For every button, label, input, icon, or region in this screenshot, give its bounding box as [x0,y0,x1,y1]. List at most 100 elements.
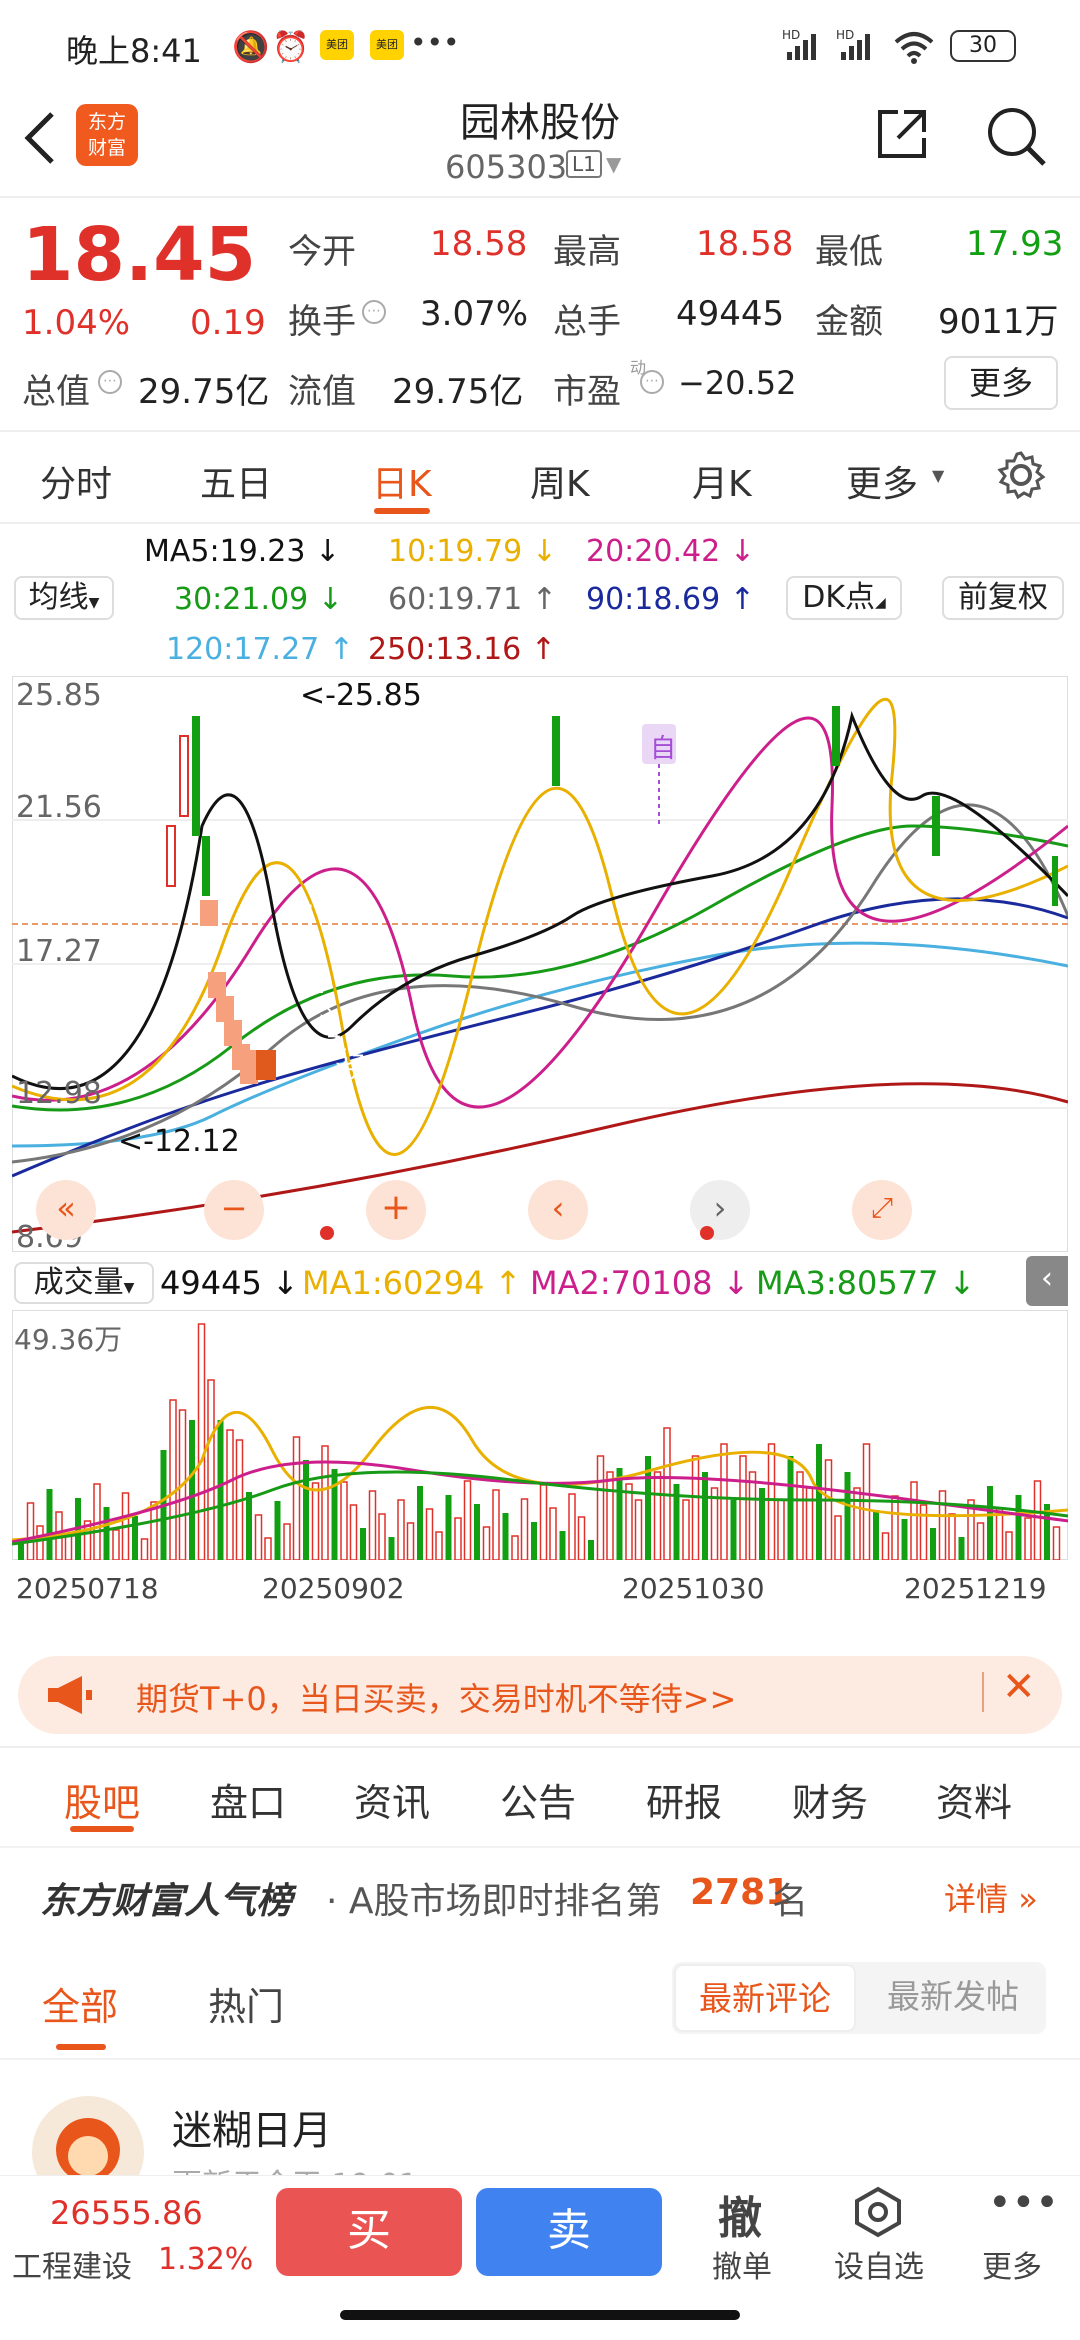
volume-bar [217,1420,224,1560]
tab-orderbook[interactable]: 盘口 [210,1772,286,1827]
home-indicator [340,2310,740,2320]
info-icon[interactable]: ⋯ [362,300,386,324]
promo-text: 期货T+0，当日买卖，交易时机不等待>> [136,1680,737,1718]
volume-bar [634,1499,643,1560]
post-username[interactable]: 迷糊日月 [172,2098,332,2156]
volume-bar [919,1504,928,1560]
date-label: 20251219 [904,1572,1047,1605]
tab-intraday[interactable]: 分时 [40,455,112,507]
meituan-icon: 美团 [320,30,354,60]
amount-value: 9011万 [938,302,1059,342]
tab-news[interactable]: 资讯 [354,1772,430,1827]
indicator-selector[interactable]: 成交量▼ [14,1262,154,1304]
ma90-value: 90:18.69 ↑ [586,582,755,617]
turnover-label: 换手 [288,302,356,342]
more-label[interactable]: 更多 [982,2242,1042,2286]
sort-latest-comment[interactable]: 最新评论 [674,1964,856,2032]
volume-bar [397,1499,405,1560]
custom-tag[interactable]: 自 [650,728,676,765]
mute-icon: 🔕 [232,30,270,65]
volume-bar [46,1489,53,1560]
tab-monthly-k[interactable]: 月K [692,455,752,507]
info-icon[interactable]: ⋯ [640,370,664,394]
volume-bar [901,1519,908,1560]
volume-bar [264,1537,272,1560]
cancel-order-icon[interactable]: 撤 [718,2182,762,2246]
tab-five-day[interactable]: 五日 [200,455,272,507]
chevron-down-icon[interactable]: ▼ [606,152,621,176]
adjust-button[interactable]: 前复权 [942,576,1064,620]
tab-profile[interactable]: 资料 [936,1772,1012,1827]
volume-bar [474,1504,480,1560]
mktcap-label: 总值 [22,372,90,412]
volume-bar [140,1538,149,1560]
feed-tab-hot[interactable]: 热门 [208,1976,284,2031]
tab-finance[interactable]: 财务 [792,1772,868,1827]
volume-value: 49445 ↓ [160,1264,299,1302]
ma-selector[interactable]: 均线▼ [14,576,114,620]
volume-bar [36,1525,44,1560]
volume-bar [958,1537,965,1560]
tab-more[interactable]: 更多 [846,455,918,507]
buy-button[interactable]: 买 [276,2188,462,2276]
volume-bar [1005,1531,1013,1560]
close-icon[interactable]: ✕ [1002,1664,1036,1710]
feed-tab-all[interactable]: 全部 [42,1976,118,2031]
more-quote-button[interactable]: 更多 [944,356,1058,410]
turnover-value: 3.07% [420,294,529,334]
volume-bar [625,1483,633,1560]
volume-bar [169,1399,177,1560]
sell-button[interactable]: 卖 [476,2188,662,2276]
watchlist-label[interactable]: 设自选 [834,2242,924,2286]
sort-latest-post[interactable]: 最新发帖 [862,1964,1044,2032]
tab-weekly-k[interactable]: 周K [530,455,590,507]
volume-bar [454,1517,462,1560]
date-label: 20250718 [16,1572,159,1605]
share-icon[interactable] [872,104,932,164]
gear-icon[interactable] [996,450,1046,500]
dk-point-button[interactable]: DK点◢ [786,576,902,620]
cancel-order-label[interactable]: 撤单 [712,2242,772,2286]
mktcap-value: 29.75亿 [138,372,270,412]
info-icon[interactable]: ⋯ [98,370,122,394]
scroll-right-button[interactable]: › [690,1180,750,1240]
rank-detail-link[interactable]: 详情 » [944,1874,1038,1920]
y-label: 12.98 [16,1076,102,1111]
tab-research[interactable]: 研报 [646,1772,722,1827]
volume-bar [303,1460,309,1560]
volume-bar [435,1531,443,1560]
promo-banner[interactable]: 期货T+0，当日买卖，交易时机不等待>> ✕ [18,1656,1062,1734]
volume-bar [254,1514,263,1560]
more-icon[interactable]: ••• [988,2180,1059,2226]
megaphone-icon [48,1676,92,1714]
high-label: 最高 [553,232,621,272]
volume-bar [64,1534,73,1560]
tab-forum[interactable]: 股吧 [64,1772,140,1827]
wifi-icon [894,32,934,64]
zoom-in-button[interactable]: + [366,1180,426,1240]
ma20-value: 20:20.42 ↓ [586,534,755,569]
marker-dot [320,1226,334,1240]
volume-bar [873,1510,879,1560]
collapse-panel-button[interactable]: ‹ [1026,1256,1068,1306]
scroll-left-button[interactable]: ‹ [528,1180,588,1240]
volume-bar [730,1500,737,1560]
active-nav-indicator [70,1826,134,1832]
zoom-out-button[interactable]: − [204,1180,264,1240]
kline-chart[interactable] [12,676,1068,1252]
volume-bar [777,1499,785,1560]
tab-daily-k[interactable]: 日K [372,455,432,507]
amount-label: 金额 [815,302,883,342]
volume-bar [26,1502,35,1560]
seq-tag: 4 [327,1022,341,1047]
fullscreen-icon[interactable]: ⤢ [852,1180,912,1240]
tab-announcements[interactable]: 公告 [500,1772,576,1827]
volume-bar [559,1531,566,1560]
watchlist-icon[interactable] [852,2186,904,2238]
volume-chart[interactable] [12,1310,1068,1560]
change-value: 0.19 [190,303,266,343]
search-icon[interactable] [984,104,1048,168]
seq-tag: 2 [311,974,325,999]
rewind-button[interactable]: « [36,1180,96,1240]
alarm-icon: ⏰ [272,30,310,65]
